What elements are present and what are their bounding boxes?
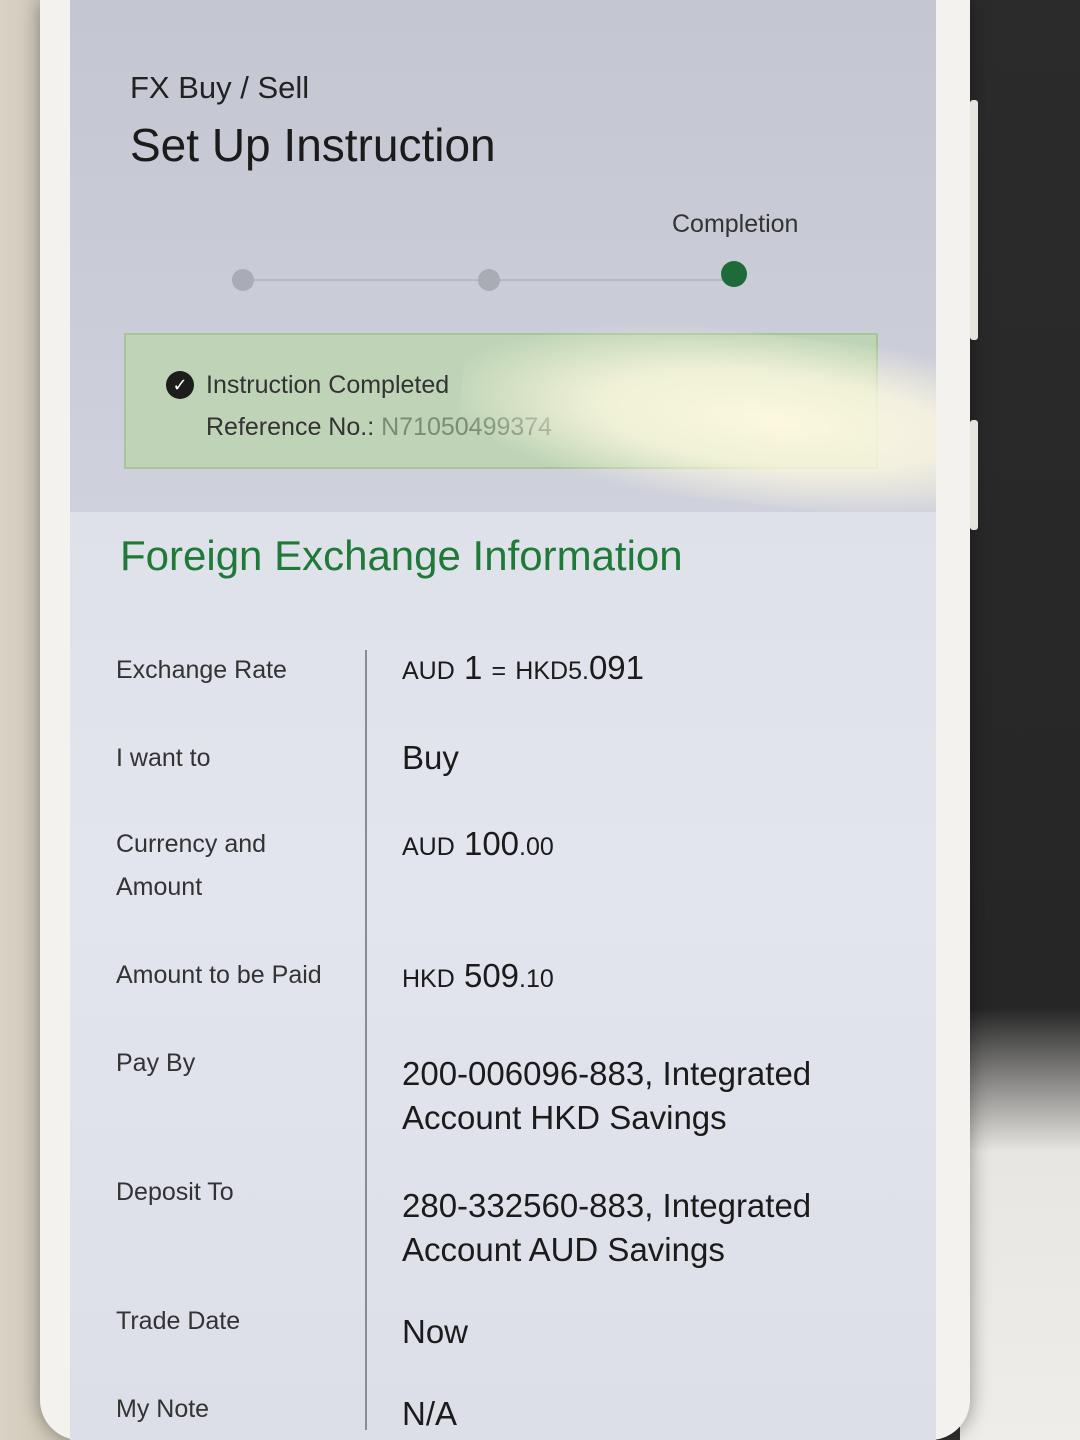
my-note-label: My Note: [116, 1395, 210, 1423]
app-screen: FX Buy / Sell Set Up Instruction Complet…: [70, 0, 936, 1440]
currency-amount-value: AUD 100.00: [402, 822, 902, 869]
amount-paid-label: Amount to be Paid: [116, 961, 322, 989]
from-currency: AUD: [402, 657, 455, 685]
banner-status: Instruction Completed: [206, 371, 450, 399]
amount-decimal: .10: [519, 965, 554, 993]
background-surface: [960, 0, 1080, 1440]
amount-integer: 509: [463, 957, 520, 994]
deposit-to-label: Deposit To: [116, 1178, 234, 1206]
phone-frame: FX Buy / Sell Set Up Instruction Complet…: [40, 0, 978, 1440]
exchange-rate-value: AUD 1 = HKD5.091: [402, 646, 902, 693]
reference-number: Reference No.: N71050499374: [206, 413, 552, 442]
success-banner: ✓ Instruction Completed Reference No.: N…: [124, 333, 878, 469]
to-currency: HKD: [515, 657, 569, 685]
current-step-label: Completion: [672, 210, 799, 238]
want-to-value: Buy: [402, 739, 459, 776]
reference-value: N71050499374: [381, 413, 553, 441]
page-header: FX Buy / Sell Set Up Instruction Complet…: [70, 0, 936, 527]
progress-stepper: [230, 261, 750, 295]
check-circle-icon: ✓: [166, 371, 194, 399]
column-divider: [365, 650, 367, 1430]
page-subtitle: FX Buy / Sell: [130, 70, 310, 105]
pay-by-value: 200-006096-883, Integrated Account HKD S…: [402, 1055, 812, 1136]
step-2-dot: [478, 269, 500, 291]
from-amount: 1: [463, 649, 483, 686]
pay-by-label: Pay By: [116, 1049, 196, 1077]
deposit-to-value: 280-332560-883, Integrated Account AUD S…: [402, 1187, 812, 1268]
currency-amount-label: Currency and Amount: [116, 830, 267, 901]
want-to-label: I want to: [116, 744, 211, 772]
page-title: Set Up Instruction: [130, 119, 496, 171]
rate-decimal: 091: [588, 649, 644, 686]
phone-side-button: [970, 420, 978, 530]
amount-paid-value: HKD 509.10: [402, 954, 902, 1001]
currency-code: AUD: [402, 833, 455, 861]
reference-label: Reference No.:: [206, 413, 382, 441]
amount-decimal: .00: [519, 833, 554, 861]
rate-integer: 5.: [568, 657, 589, 685]
exchange-rate-label: Exchange Rate: [116, 656, 287, 684]
phone-side-button: [970, 100, 978, 340]
amount-integer: 100: [463, 825, 520, 862]
fx-details-section: Foreign Exchange Information Exchange Ra…: [70, 512, 936, 1440]
section-title: Foreign Exchange Information: [120, 532, 683, 579]
equals-sign: =: [491, 657, 507, 685]
currency-code: HKD: [402, 965, 455, 993]
step-3-dot: [721, 261, 747, 287]
trade-date-label: Trade Date: [116, 1307, 241, 1335]
my-note-value: N/A: [402, 1395, 458, 1432]
trade-date-value: Now: [402, 1313, 469, 1350]
step-1-dot: [232, 269, 254, 291]
